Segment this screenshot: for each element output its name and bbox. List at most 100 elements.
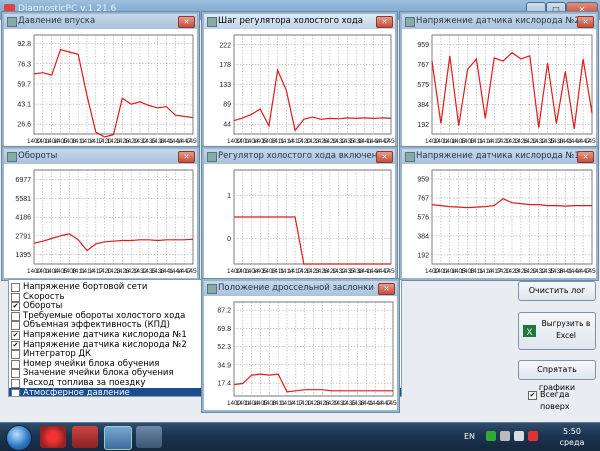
window-icon (207, 152, 217, 162)
chart-window-title: Давление впуска (4, 14, 197, 29)
clear-log-button[interactable]: Очистить лог (518, 281, 596, 301)
excel-icon: X (523, 325, 536, 337)
y-tick-label: 59.7 (17, 81, 31, 88)
opera-icon[interactable] (40, 426, 66, 448)
x-tick-label: 1450 (585, 138, 596, 145)
y-tick-label: 767 (417, 62, 429, 69)
export-excel-label: Выгрузить в Excel (541, 319, 591, 340)
diagnostic-taskbar-icon[interactable] (104, 426, 132, 450)
y-tick-label: 92.8 (17, 41, 31, 48)
x-tick-label: 1450 (186, 268, 197, 275)
plot-area (233, 301, 394, 397)
parameter-label: Напряжение бортовой сети (23, 282, 148, 292)
x-tick-label: 1450 (585, 268, 596, 275)
chart-window-title: Положение дроссельной заслонки (204, 281, 397, 296)
parameter-checkbox[interactable] (11, 388, 20, 396)
explorer-icon[interactable] (136, 426, 162, 448)
clock[interactable]: 5:50 среда (550, 426, 594, 448)
y-tick-label: 1 (227, 193, 231, 200)
chart-window-title: Регулятор холостого хода включен (204, 149, 395, 164)
y-tick-label: 384 (417, 233, 429, 240)
close-icon[interactable]: ✕ (577, 151, 594, 163)
window-icon (7, 17, 17, 27)
flag-icon[interactable] (528, 431, 538, 441)
chart-rpm: 1400140114041405140814111414141714201423… (15, 169, 197, 275)
parameter-label: Атмосферное давление (23, 387, 130, 397)
taskbar: EN 5:50 среда (0, 422, 600, 451)
y-tick-label: 178 (219, 62, 231, 69)
checkbox-box[interactable]: ✔ (528, 391, 537, 400)
chart-idle-regulator-step: 1400140114041405140814111414141714201423… (219, 34, 395, 145)
main-window: DiagnosticPC v.1.21.6 _ □ ✕ Давление впу… (0, 0, 600, 422)
parameter-label: Напряжение датчика кислорода №2 (23, 339, 187, 350)
y-tick-label: 767 (417, 196, 429, 203)
chart-window-title: Обороты (4, 149, 197, 164)
x-tick-label: 1450 (186, 138, 197, 145)
app-taskbar-icon[interactable] (72, 426, 98, 448)
y-tick-label: 89 (223, 102, 231, 109)
close-icon[interactable]: ✕ (577, 16, 594, 28)
chart-window-idle-regulator-on[interactable]: Регулятор холостого хода включен ✕ 1400 1… (202, 147, 397, 280)
y-tick-label: 76.3 (17, 61, 31, 68)
y-tick-label: 1395 (15, 252, 31, 259)
y-tick-label: 384 (417, 102, 429, 109)
window-icon (207, 284, 217, 294)
y-tick-label: 87.2 (217, 308, 231, 315)
y-tick-label: 6977 (15, 177, 31, 184)
always-on-top-checkbox[interactable]: ✔ Всегда поверх (528, 389, 598, 411)
clock-time: 5:50 (563, 427, 581, 436)
chart-window-idle-regulator-step[interactable]: Шаг регулятора холостого хода ✕ 1400 1401… (202, 12, 397, 150)
x-tick-label: 1450 (384, 138, 395, 145)
window-icon (207, 17, 217, 27)
chart-window-throttle-position[interactable]: Положение дроссельной заслонки ✕ 1400 140… (202, 279, 399, 412)
y-tick-label: 192 (417, 122, 429, 129)
parameter-label: Номер ячейки блока обучения (23, 358, 160, 369)
parameter-label: Объемная эффективность (КПД) (23, 320, 171, 331)
svg-text:X: X (526, 327, 532, 337)
parameter-label: Интегратор ДК (23, 349, 92, 360)
close-icon[interactable]: ✕ (378, 283, 395, 295)
export-excel-button[interactable]: X Выгрузить в Excel (518, 312, 596, 350)
chart-idle-regulator-on: 1400140114041405140814111414141714201423… (227, 169, 395, 275)
y-tick-label: 192 (417, 252, 429, 259)
close-icon[interactable]: ✕ (376, 16, 393, 28)
y-tick-label: 26.6 (17, 122, 31, 129)
parameter-label: Требуемые обороты холостого хода (23, 310, 186, 321)
window-icon (405, 152, 415, 162)
chart-window-o2-sensor-1[interactable]: Напряжение датчика кислорода №1 ✕ 1400 14… (400, 147, 598, 280)
chart-window-title: Шаг регулятора холостого хода (204, 14, 395, 29)
volume-icon[interactable] (514, 431, 524, 441)
hide-charts-button[interactable]: Спрятать графики (518, 360, 596, 392)
close-icon[interactable]: ✕ (178, 16, 195, 28)
chart-window-o2-sensor-2[interactable]: Напряжение датчика кислорода №2 ✕ 1400 14… (400, 12, 598, 150)
chart-window-title: Напряжение датчика кислорода №2 (402, 14, 596, 29)
y-tick-label: 133 (219, 82, 231, 89)
y-tick-label: 17.4 (217, 381, 231, 388)
y-tick-label: 43.1 (17, 102, 31, 109)
system-tray: EN 5:50 среда (460, 423, 600, 451)
window-icon (405, 17, 415, 27)
x-tick-label: 1450 (386, 400, 397, 407)
close-icon[interactable]: ✕ (376, 151, 393, 163)
chart-window-intake-pressure[interactable]: Давление впуска ✕ 1400 1401 1404 1405 1408 14… (2, 12, 199, 150)
parameter-label: Напряжение датчика кислорода №1 (23, 330, 187, 340)
y-tick-label: 2791 (15, 233, 31, 240)
language-indicator[interactable]: EN (464, 432, 475, 441)
y-tick-label: 5581 (15, 196, 31, 203)
start-button[interactable] (6, 425, 32, 451)
y-tick-label: 222 (219, 42, 231, 49)
chart-throttle-position: 1400140114041405140814111414141714201423… (217, 301, 397, 407)
y-tick-label: 44 (223, 122, 231, 129)
parameter-label: Обороты (23, 301, 63, 312)
x-tick-label: 1450 (384, 268, 395, 275)
tray-icon[interactable] (486, 431, 496, 441)
chart-o2-sensor-2: 1400140114041405140814111414141714201423… (417, 34, 596, 145)
chart-window-rpm[interactable]: Обороты ✕ 1400 1401 1404 1405 1408 1411 1414 14… (2, 147, 199, 280)
chart-intake-pressure: 1400140114041405140814111414141714201423… (17, 34, 197, 145)
y-tick-label: 52.3 (217, 344, 231, 351)
y-tick-label: 0 (227, 236, 231, 243)
clock-day: среда (559, 438, 585, 447)
chart-o2-sensor-1: 1400140114041405140814111414141714201423… (417, 169, 596, 275)
network-icon[interactable] (500, 431, 510, 441)
close-icon[interactable]: ✕ (178, 151, 195, 163)
